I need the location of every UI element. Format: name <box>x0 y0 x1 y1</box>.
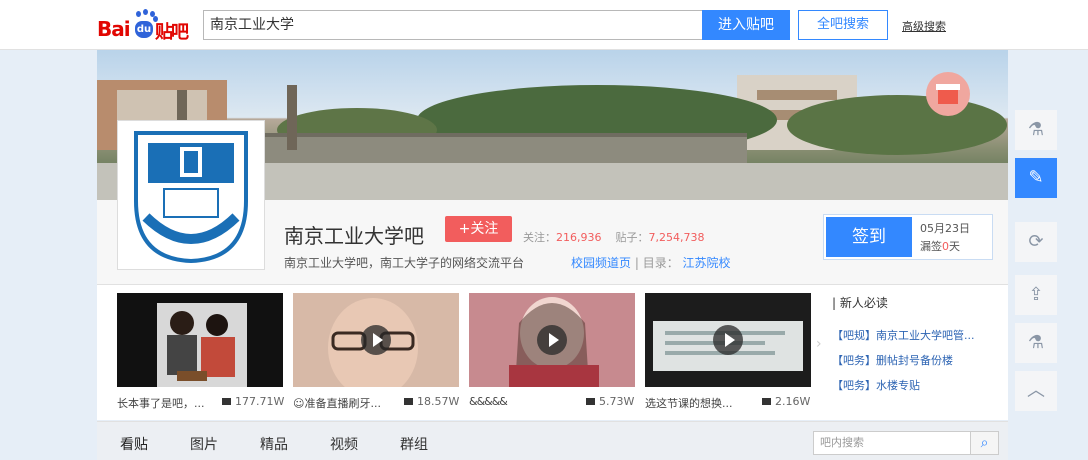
gift-lid-shape <box>936 84 960 90</box>
sign-in-panel: 签到 05月23日 漏签0天 <box>823 214 993 260</box>
tab-images[interactable]: 图片 <box>190 434 218 454</box>
views-count: 177.71W <box>235 395 285 408</box>
search-icon[interactable]: ⌕ <box>971 431 999 455</box>
video-caption-4[interactable]: 选这节课的想换... <box>645 395 733 411</box>
all-forum-search-button[interactable]: 全吧搜索 <box>798 10 888 40</box>
top-bar: Bai du 贴吧 南京工业大学 进入贴吧 全吧搜索 高级搜索 <box>0 0 1088 50</box>
video-thumbnail-1[interactable] <box>117 293 283 387</box>
video-thumbnail-4[interactable] <box>645 293 811 387</box>
gift-box-shape <box>938 88 958 104</box>
newbie-item[interactable]: 【吧务】水楼专贴 <box>832 377 920 393</box>
followers-label: 关注： <box>523 231 556 244</box>
follow-button[interactable]: +关注 <box>445 216 512 242</box>
video-caption-1[interactable]: 长本事了是吧，... <box>117 395 205 411</box>
forum-slogan: 南京工业大学吧，南工大学子的网络交流平台 <box>284 256 525 270</box>
video-caption-2[interactable]: ☺准备直播刷牙... <box>293 395 381 411</box>
video-views-1: 177.71W <box>222 395 284 408</box>
edit-post-icon[interactable]: ✎ <box>1015 158 1057 198</box>
advanced-search-link[interactable]: 高级搜索 <box>902 18 946 34</box>
video-thumbnail-2[interactable] <box>293 293 459 387</box>
logo-du-text: du <box>135 21 153 38</box>
views-count: 5.73W <box>599 395 635 408</box>
play-icon[interactable] <box>361 325 391 355</box>
sign-date: 05月23日 <box>920 222 970 235</box>
video-camera-icon <box>222 398 231 405</box>
posts-count: 7,254,738 <box>648 231 705 244</box>
logo-bai-text: Bai <box>97 17 131 41</box>
video-views-2: 18.57W <box>404 395 459 408</box>
forum-title[interactable]: 南京工业大学吧 <box>284 220 424 249</box>
video-caption-3[interactable]: &&&&& <box>469 395 508 408</box>
views-count: 18.57W <box>417 395 460 408</box>
forum-links: 校园频道页 | 目录： 江苏院校 <box>571 254 731 271</box>
missed-suffix: 天 <box>949 240 960 253</box>
missed-prefix: 漏签 <box>920 240 942 253</box>
tab-featured[interactable]: 精品 <box>260 434 288 454</box>
logo-tieba-text: 贴吧 <box>155 22 189 43</box>
play-icon[interactable] <box>713 325 743 355</box>
video-camera-icon <box>586 398 595 405</box>
paw-icon <box>143 9 148 15</box>
forum-avatar[interactable] <box>117 120 265 270</box>
forum-tabs: 看贴 图片 精品 视频 群组 吧内搜索 ⌕ <box>97 421 1008 460</box>
enter-forum-button[interactable]: 进入贴吧 <box>702 10 790 40</box>
video-camera-icon <box>762 398 771 405</box>
play-icon[interactable] <box>537 325 567 355</box>
posts-label: 贴子： <box>615 231 649 244</box>
paw-icon <box>136 11 141 17</box>
campus-channel-link[interactable]: 校园频道页 <box>571 256 631 270</box>
university-emblem-icon <box>134 131 248 264</box>
tab-groups[interactable]: 群组 <box>400 434 428 454</box>
missed-days: 0 <box>942 240 949 253</box>
newbie-title: | 新人必读 <box>832 296 888 310</box>
video-views-3: 5.73W <box>586 395 634 408</box>
tab-videos[interactable]: 视频 <box>330 434 358 454</box>
forum-search-input[interactable]: 吧内搜索 <box>813 431 971 455</box>
followers-count: 216,936 <box>556 231 602 244</box>
refresh-icon[interactable]: ⟳ <box>1015 222 1057 262</box>
flask-icon[interactable]: ⚗ <box>1015 323 1057 363</box>
potion-icon[interactable]: ⚗ <box>1015 110 1057 150</box>
sign-missed: 漏签0天 <box>920 238 960 254</box>
share-icon[interactable]: ⇪ <box>1015 275 1057 315</box>
forum-stats: 关注：216,936 贴子：7,254,738 <box>523 229 704 245</box>
back-to-top-icon[interactable]: ︿ <box>1015 371 1057 411</box>
baidu-tieba-logo[interactable]: Bai du 贴吧 <box>97 9 195 43</box>
sign-in-button[interactable]: 签到 <box>826 217 912 257</box>
video-camera-icon <box>404 398 413 405</box>
chevron-right-icon[interactable]: › <box>816 336 822 352</box>
search-input[interactable]: 南京工业大学 <box>203 10 702 40</box>
video-thumbnail-3[interactable] <box>469 293 635 387</box>
catalog-link[interactable]: 江苏院校 <box>683 256 731 270</box>
catalog-label: | 目录： <box>634 256 679 270</box>
video-views-4: 2.16W <box>762 395 810 408</box>
tab-posts[interactable]: 看贴 <box>120 434 148 454</box>
video-frame-people <box>157 303 247 387</box>
newbie-item[interactable]: 【吧务】删帖封号备份楼 <box>832 352 953 368</box>
gift-icon[interactable] <box>926 72 970 116</box>
newbie-item[interactable]: 【吧规】南京工业大学吧管... <box>832 327 975 343</box>
views-count: 2.16W <box>775 395 811 408</box>
